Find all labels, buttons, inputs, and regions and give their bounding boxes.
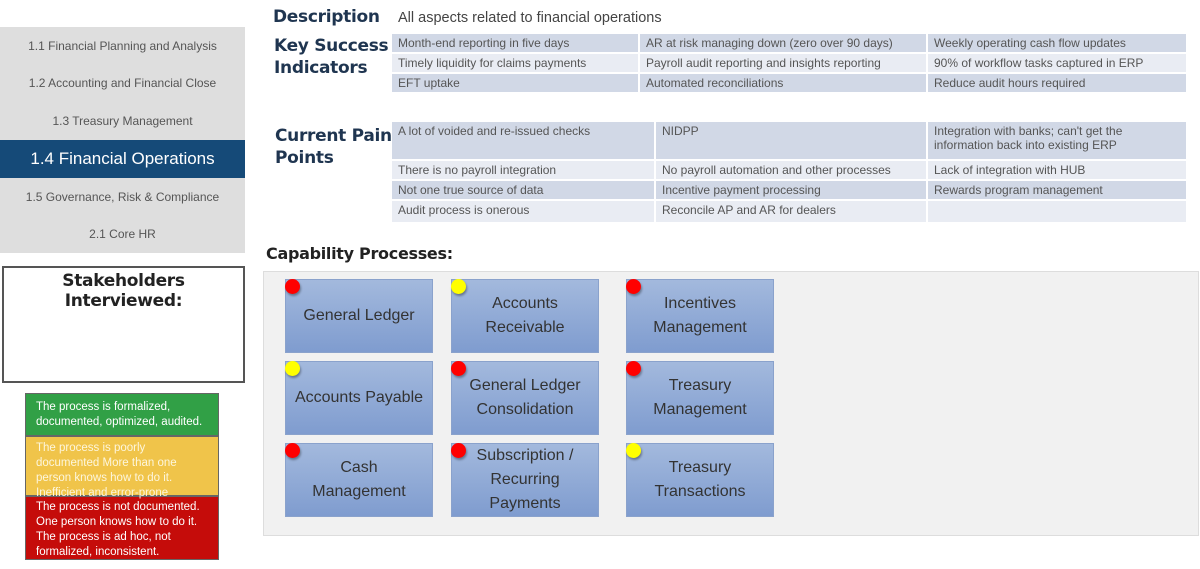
- pain-cell: NIDPP: [656, 122, 926, 159]
- status-legend: The process is formalized, documented, o…: [25, 393, 219, 560]
- process-tile[interactable]: Accounts Receivable: [451, 279, 599, 353]
- status-dot-red-icon: [451, 361, 466, 376]
- ksi-label: Key Success Indicators: [274, 35, 389, 79]
- process-label: General Ledger Consolidation: [469, 377, 581, 418]
- status-dot-red-icon: [451, 443, 466, 458]
- pain-label-line2: Points: [275, 148, 334, 168]
- pain-cell: There is no payroll integration: [392, 161, 654, 179]
- status-dot-red-icon: [285, 443, 300, 458]
- pain-cell: A lot of voided and re-issued checks: [392, 122, 654, 159]
- status-dot-red-icon: [285, 279, 300, 294]
- capability-processes-title: Capability Processes:: [266, 244, 453, 263]
- ksi-cell: Weekly operating cash flow updates: [928, 34, 1186, 52]
- pain-label-line1: Current Pain: [275, 126, 392, 146]
- pain-points-table: A lot of voided and re-issued checks NID…: [390, 120, 1188, 224]
- table-row: Timely liquidity for claims payments Pay…: [392, 54, 1186, 72]
- pain-cell: Reconcile AP and AR for dealers: [656, 201, 926, 222]
- pain-cell: Lack of integration with HUB: [928, 161, 1186, 179]
- ksi-label-line2: Indicators: [274, 58, 368, 78]
- table-row: Month-end reporting in five days AR at r…: [392, 34, 1186, 52]
- process-tile[interactable]: Subscription / Recurring Payments: [451, 443, 599, 517]
- description-label: Description: [273, 7, 380, 27]
- process-tile[interactable]: Cash Management: [285, 443, 433, 517]
- stakeholders-box: Stakeholders Interviewed:: [2, 266, 245, 383]
- process-label: Accounts Payable: [294, 389, 424, 406]
- process-label: Treasury Management: [653, 377, 747, 418]
- pain-cell: Not one true source of data: [392, 181, 654, 199]
- ksi-cell: Timely liquidity for claims payments: [392, 54, 638, 72]
- pain-cell: Rewards program management: [928, 181, 1186, 199]
- sidebar-item-accounting-close[interactable]: 1.2 Accounting and Financial Close: [0, 65, 245, 103]
- process-label: General Ledger: [303, 307, 415, 324]
- process-tile[interactable]: Treasury Management: [626, 361, 774, 435]
- ksi-cell: Month-end reporting in five days: [392, 34, 638, 52]
- status-dot-red-icon: [626, 361, 641, 376]
- legend-red: The process is not documented. One perso…: [25, 496, 219, 560]
- ksi-cell: Reduce audit hours required: [928, 74, 1186, 92]
- process-tile[interactable]: Incentives Management: [626, 279, 774, 353]
- table-row: A lot of voided and re-issued checks NID…: [392, 122, 1186, 159]
- ksi-cell: EFT uptake: [392, 74, 638, 92]
- sidebar-item-core-hr[interactable]: 2.1 Core HR: [0, 215, 245, 253]
- description-text: All aspects related to financial operati…: [398, 10, 662, 26]
- pain-cell: No payroll automation and other processe…: [656, 161, 926, 179]
- ksi-label-line1: Key Success: [274, 36, 389, 56]
- status-dot-yellow-icon: [626, 443, 641, 458]
- status-dot-yellow-icon: [451, 279, 466, 294]
- ksi-cell: AR at risk managing down (zero over 90 d…: [640, 34, 926, 52]
- process-tile[interactable]: Accounts Payable: [285, 361, 433, 435]
- table-row: There is no payroll integration No payro…: [392, 161, 1186, 179]
- legend-yellow: The process is poorly documented More th…: [25, 436, 219, 499]
- stakeholders-title: Stakeholders Interviewed:: [62, 271, 185, 311]
- ksi-cell: 90% of workflow tasks captured in ERP: [928, 54, 1186, 72]
- sidebar-item-governance-risk[interactable]: 1.5 Governance, Risk & Compliance: [0, 178, 245, 216]
- table-row: Audit process is onerous Reconcile AP an…: [392, 201, 1186, 222]
- status-dot-red-icon: [626, 279, 641, 294]
- status-dot-yellow-icon: [285, 361, 300, 376]
- pain-points-label: Current Pain Points: [275, 125, 392, 169]
- legend-green: The process is formalized, documented, o…: [25, 393, 219, 436]
- ksi-cell: Automated reconciliations: [640, 74, 926, 92]
- process-tile[interactable]: Treasury Transactions: [626, 443, 774, 517]
- process-tile[interactable]: General Ledger Consolidation: [451, 361, 599, 435]
- pain-cell: Incentive payment processing: [656, 181, 926, 199]
- table-row: EFT uptake Automated reconciliations Red…: [392, 74, 1186, 92]
- sidebar-item-financial-operations[interactable]: 1.4 Financial Operations: [0, 139, 245, 178]
- process-label: Treasury Transactions: [654, 459, 746, 500]
- table-row: Not one true source of data Incentive pa…: [392, 181, 1186, 199]
- sidebar-nav: 1.1 Financial Planning and Analysis 1.2 …: [0, 27, 245, 253]
- pain-cell: [928, 201, 1186, 222]
- process-label: Incentives Management: [653, 295, 747, 336]
- process-label: Subscription / Recurring Payments: [476, 447, 574, 512]
- process-label: Cash Management: [312, 459, 406, 500]
- sidebar-item-treasury-management[interactable]: 1.3 Treasury Management: [0, 102, 245, 140]
- pain-cell: Audit process is onerous: [392, 201, 654, 222]
- sidebar-item-financial-planning[interactable]: 1.1 Financial Planning and Analysis: [0, 27, 245, 65]
- pain-cell: Integration with banks; can't get the in…: [928, 122, 1186, 159]
- process-tile[interactable]: General Ledger: [285, 279, 433, 353]
- ksi-cell: Payroll audit reporting and insights rep…: [640, 54, 926, 72]
- process-label: Accounts Receivable: [485, 295, 565, 336]
- ksi-table: Month-end reporting in five days AR at r…: [390, 32, 1188, 94]
